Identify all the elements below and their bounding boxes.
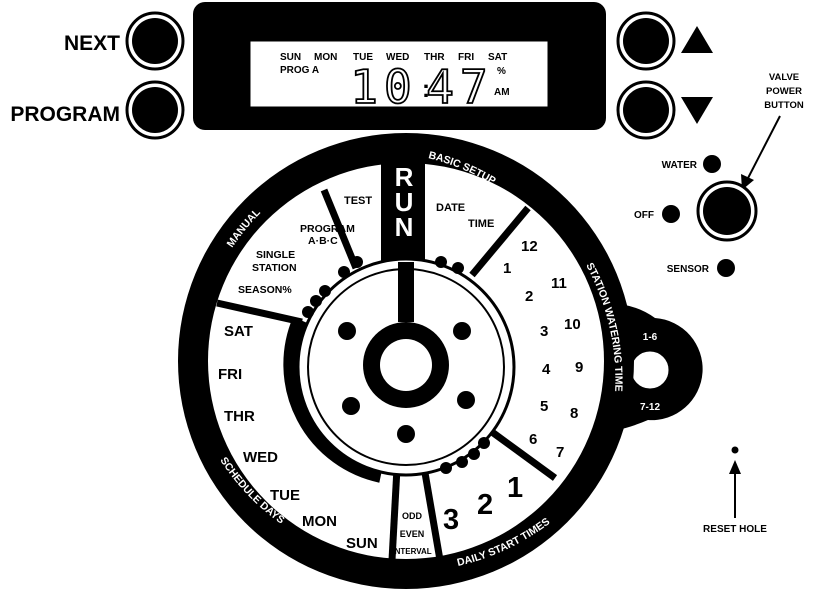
date-label: DATE bbox=[436, 202, 465, 214]
interval-label: INTERVAL bbox=[392, 547, 431, 556]
start-time-1: 1 bbox=[507, 472, 523, 504]
valve-pointer-arrow bbox=[741, 115, 781, 190]
station-11: 11 bbox=[551, 275, 567, 292]
day-tue: TUE bbox=[270, 487, 300, 504]
lcd-day-sun: SUN bbox=[280, 52, 301, 63]
program-mode-label: PROGRAM bbox=[300, 223, 355, 235]
controller-panel: SUN MON TUE WED THR FRI SAT PROG A 10 : … bbox=[10, 2, 804, 589]
valve-label-line-3: BUTTON bbox=[764, 100, 804, 111]
lcd-hour: 10 bbox=[350, 60, 417, 114]
switch-label-7-12: 7-12 bbox=[640, 402, 660, 413]
even-label: EVEN bbox=[400, 529, 425, 539]
next-label: NEXT bbox=[64, 32, 120, 55]
water-indicator-led bbox=[703, 155, 721, 173]
valve-label-line-1: VALVE bbox=[769, 72, 799, 83]
station-6: 6 bbox=[529, 431, 537, 448]
program-abc-label: A·B·C bbox=[308, 235, 338, 247]
day-wed: WED bbox=[243, 449, 278, 466]
station-3: 3 bbox=[540, 323, 548, 340]
odd-label: ODD bbox=[402, 511, 423, 521]
program-button[interactable] bbox=[125, 80, 185, 140]
start-time-3: 3 bbox=[443, 504, 459, 536]
day-mon: MON bbox=[302, 513, 337, 530]
lcd-prog-label: PROG A bbox=[280, 65, 319, 76]
start-time-2: 2 bbox=[477, 489, 493, 521]
sensor-label: SENSOR bbox=[667, 264, 710, 275]
lcd-ampm: AM bbox=[494, 87, 510, 98]
reset-hole[interactable] bbox=[731, 446, 739, 454]
up-button[interactable] bbox=[616, 11, 676, 71]
reset-pointer-arrow bbox=[729, 460, 741, 518]
station-bank-switch[interactable] bbox=[628, 348, 672, 392]
day-thr: THR bbox=[224, 408, 255, 425]
station-label: STATION bbox=[252, 262, 297, 274]
lcd-percent: % bbox=[497, 66, 506, 77]
time-label: TIME bbox=[468, 218, 494, 230]
day-fri: FRI bbox=[218, 366, 242, 383]
station-7: 7 bbox=[556, 444, 564, 461]
water-label: WATER bbox=[662, 160, 698, 171]
lcd-day-mon: MON bbox=[314, 52, 337, 63]
down-button[interactable] bbox=[616, 80, 676, 140]
down-arrow-icon bbox=[681, 97, 713, 124]
reset-hole-label: RESET HOLE bbox=[703, 524, 767, 535]
valve-label-line-2: POWER bbox=[766, 86, 802, 97]
program-label: PROGRAM bbox=[10, 103, 120, 126]
switch-label-1-6: 1-6 bbox=[643, 332, 658, 343]
station-12: 12 bbox=[521, 238, 538, 255]
station-5: 5 bbox=[540, 398, 548, 415]
single-label: SINGLE bbox=[256, 249, 295, 261]
up-arrow-icon bbox=[681, 26, 713, 53]
sensor-indicator-led bbox=[717, 259, 735, 277]
off-label: OFF bbox=[634, 210, 654, 221]
run-letter-n: N bbox=[395, 212, 414, 242]
off-indicator-led bbox=[662, 205, 680, 223]
day-sun: SUN bbox=[346, 535, 378, 552]
test-label: TEST bbox=[344, 195, 372, 207]
next-button[interactable] bbox=[125, 11, 185, 71]
lcd-minute: 47 bbox=[426, 60, 493, 114]
day-sat: SAT bbox=[224, 323, 253, 340]
station-1: 1 bbox=[503, 260, 511, 277]
station-2: 2 bbox=[525, 288, 533, 305]
station-8: 8 bbox=[570, 405, 578, 422]
station-10: 10 bbox=[564, 316, 581, 333]
station-4: 4 bbox=[542, 361, 551, 378]
station-9: 9 bbox=[575, 359, 583, 376]
season-label: SEASON% bbox=[238, 284, 292, 296]
valve-power-button[interactable] bbox=[696, 180, 758, 242]
